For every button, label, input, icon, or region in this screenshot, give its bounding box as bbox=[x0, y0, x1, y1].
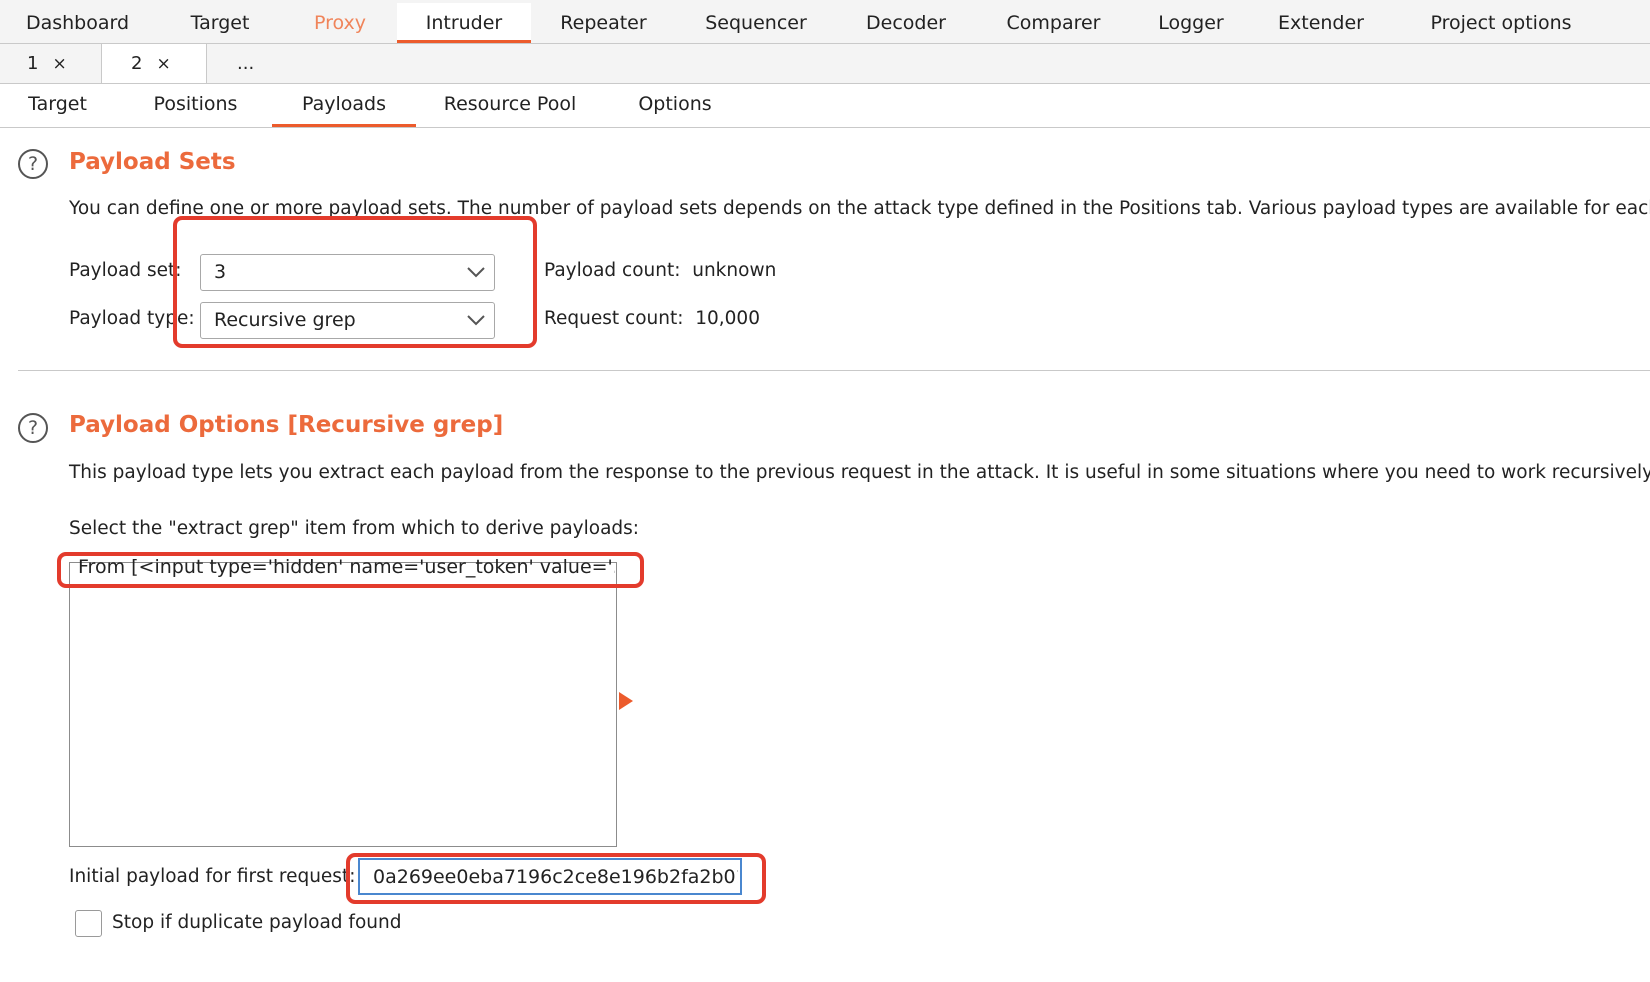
tab-dashboard[interactable]: Dashboard bbox=[0, 3, 155, 43]
tab-comparer[interactable]: Comparer bbox=[976, 3, 1131, 43]
request-count: Request count: 10,000 bbox=[544, 308, 760, 329]
attack-tab-label: 2 bbox=[131, 53, 143, 74]
request-count-value: 10,000 bbox=[695, 308, 760, 329]
attack-tab-2[interactable]: 2 × bbox=[102, 44, 206, 83]
payload-sets-title: Payload Sets bbox=[69, 149, 236, 175]
help-icon[interactable]: ? bbox=[18, 149, 48, 179]
tab-intruder-options[interactable]: Options bbox=[610, 84, 740, 127]
extract-grep-label: Select the "extract grep" item from whic… bbox=[69, 518, 640, 539]
payload-options-title: Payload Options [Recursive grep] bbox=[69, 412, 504, 438]
tab-target[interactable]: Target bbox=[155, 3, 285, 43]
payload-count-value: unknown bbox=[692, 260, 777, 281]
new-attack-tab[interactable]: ... bbox=[207, 44, 287, 83]
payload-set-label: Payload set: bbox=[69, 260, 182, 281]
highlight-box bbox=[173, 216, 537, 348]
payload-options-description: This payload type lets you extract each … bbox=[69, 462, 1650, 483]
tab-extender[interactable]: Extender bbox=[1251, 3, 1391, 43]
tab-intruder-positions[interactable]: Positions bbox=[127, 84, 264, 127]
tab-sequencer[interactable]: Sequencer bbox=[676, 3, 836, 43]
payload-count-label: Payload count: bbox=[544, 260, 681, 281]
main-tab-bar: Dashboard Target Proxy Intruder Repeater… bbox=[0, 0, 1650, 44]
attack-tab-1[interactable]: 1 × bbox=[0, 44, 102, 83]
close-icon[interactable]: × bbox=[156, 54, 170, 74]
tab-proxy[interactable]: Proxy bbox=[285, 3, 395, 43]
extract-grep-list[interactable] bbox=[69, 562, 617, 847]
tab-intruder-payloads[interactable]: Payloads bbox=[272, 84, 416, 127]
stop-duplicate-checkbox[interactable] bbox=[75, 910, 102, 937]
expand-arrow-icon[interactable] bbox=[619, 692, 633, 710]
tab-decoder[interactable]: Decoder bbox=[836, 3, 976, 43]
tab-intruder-target[interactable]: Target bbox=[0, 84, 115, 127]
close-icon[interactable]: × bbox=[52, 54, 66, 74]
stop-duplicate-label: Stop if duplicate payload found bbox=[112, 912, 402, 933]
tab-intruder-resource-pool[interactable]: Resource Pool bbox=[430, 84, 590, 127]
help-icon[interactable]: ? bbox=[18, 413, 48, 443]
tab-intruder[interactable]: Intruder bbox=[397, 3, 531, 43]
tab-repeater[interactable]: Repeater bbox=[531, 3, 676, 43]
section-divider bbox=[18, 370, 1650, 371]
highlight-box bbox=[346, 853, 766, 904]
highlight-box bbox=[57, 552, 644, 588]
payload-count: Payload count: unknown bbox=[544, 260, 776, 281]
attack-tab-bar: 1 × 2 × ... bbox=[0, 44, 1650, 84]
intruder-tab-bar: Target Positions Payloads Resource Pool … bbox=[0, 84, 1650, 128]
initial-payload-label: Initial payload for first request: bbox=[69, 866, 356, 887]
attack-tab-label: 1 bbox=[27, 53, 39, 74]
tab-logger[interactable]: Logger bbox=[1131, 3, 1251, 43]
tab-project-options[interactable]: Project options bbox=[1391, 3, 1611, 43]
request-count-label: Request count: bbox=[544, 308, 684, 329]
